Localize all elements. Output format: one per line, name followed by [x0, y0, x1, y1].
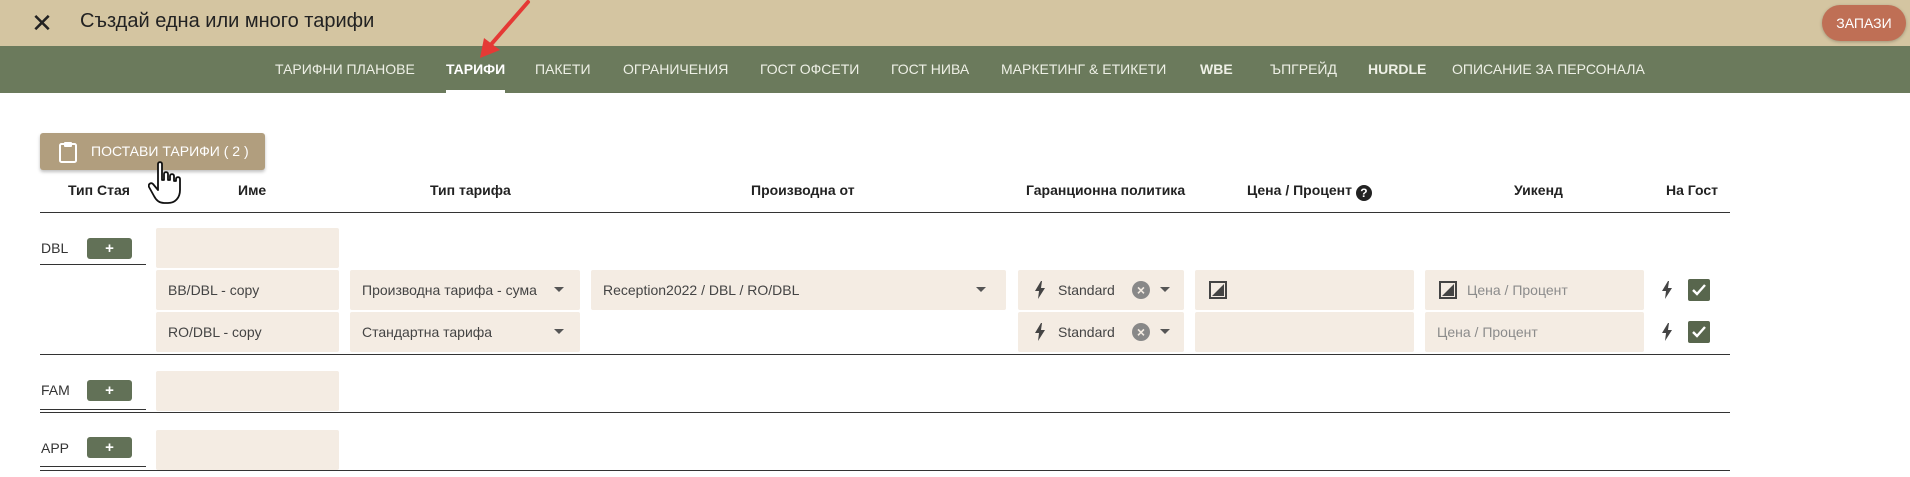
save-button[interactable]: ЗАПАЗИ — [1822, 5, 1906, 41]
header-room-type: Тип Стая — [68, 182, 130, 198]
weekend-price-placeholder: Цена / Процент — [1437, 324, 1538, 340]
add-rate-button[interactable]: + — [87, 238, 132, 259]
room-type-label: APP — [41, 440, 70, 456]
tab-rate-plans[interactable]: ТАРИФНИ ПЛАНОВЕ — [275, 46, 415, 93]
rate-type-value: Производна тарифа - сума — [362, 282, 537, 298]
weekend-price-placeholder: Цена / Процент — [1467, 282, 1568, 298]
tab-hurdle[interactable]: HURDLE — [1368, 46, 1426, 93]
rate-type-select[interactable]: Стандартна тарифа — [350, 312, 580, 352]
tab-wbe[interactable]: WBE — [1200, 46, 1233, 93]
bolt-icon[interactable] — [1661, 281, 1673, 299]
guarantee-policy-select[interactable]: Standard × — [1018, 312, 1184, 352]
chevron-down-icon — [1160, 329, 1170, 334]
page-title: Създай една или много тарифи — [80, 10, 375, 32]
group-divider — [40, 470, 1730, 471]
chevron-down-icon — [976, 287, 986, 292]
header-rate-type: Тип тарифа — [430, 182, 511, 198]
active-tab-indicator — [446, 90, 506, 93]
annotation-arrow — [480, 0, 530, 58]
bolt-icon[interactable] — [1661, 323, 1673, 341]
help-icon[interactable]: ? — [1355, 185, 1372, 201]
per-guest-checkbox[interactable] — [1688, 321, 1710, 343]
bolt-icon — [1035, 323, 1045, 341]
group-divider — [40, 412, 1730, 413]
weekend-price-input[interactable]: Цена / Процент — [1425, 312, 1644, 352]
group-divider — [40, 354, 1730, 355]
room-label-underline — [40, 466, 146, 467]
header-price-percent: Цена / Процент? — [1247, 182, 1372, 201]
header-per-guest: На Гост — [1666, 182, 1719, 198]
clear-icon[interactable]: × — [1132, 323, 1150, 341]
new-name-input[interactable] — [156, 430, 339, 470]
header-guarantee-policy: Гаранционна политика — [1026, 182, 1186, 198]
guarantee-policy-select[interactable]: Standard × — [1018, 270, 1184, 310]
bolt-icon — [1035, 281, 1045, 299]
close-icon[interactable]: ✕ — [28, 9, 56, 37]
new-name-input[interactable] — [156, 228, 339, 268]
derived-from-select[interactable]: Reception2022 / DBL / RO/DBL — [591, 270, 1006, 310]
room-type-label: FAM — [41, 382, 70, 398]
new-name-input[interactable] — [156, 371, 339, 411]
add-rate-button[interactable]: + — [87, 437, 132, 458]
header-divider — [40, 212, 1730, 213]
price-input[interactable] — [1195, 312, 1414, 352]
rate-type-select[interactable]: Производна тарифа - сума — [350, 270, 580, 310]
nav-bar: ТАРИФНИ ПЛАНОВЕ ТАРИФИ ПАКЕТИ ОГРАНИЧЕНИ… — [0, 46, 1910, 93]
price-type-icon — [1209, 281, 1227, 299]
tab-upgrade[interactable]: ЪПГРЕЙД — [1270, 46, 1337, 93]
chevron-down-icon — [554, 287, 564, 292]
header-name: Име — [238, 182, 267, 198]
clear-icon[interactable]: × — [1132, 281, 1150, 299]
header-derived-from: Производна от — [751, 182, 855, 198]
chevron-down-icon — [554, 329, 564, 334]
derived-from-value: Reception2022 / DBL / RO/DBL — [603, 282, 800, 298]
guarantee-policy-value: Standard — [1058, 282, 1115, 298]
tab-guest-levels[interactable]: ГОСТ НИВА — [891, 46, 969, 93]
chevron-down-icon — [1160, 287, 1170, 292]
top-bar: ✕ Създай една или много тарифи ЗАПАЗИ — [0, 0, 1910, 46]
add-rate-button[interactable]: + — [87, 380, 132, 401]
rate-name-input[interactable]: BB/DBL - copy — [156, 270, 339, 310]
tab-rates-label: ТАРИФИ — [446, 61, 506, 77]
room-type-label: DBL — [41, 240, 69, 256]
hand-cursor-icon — [148, 161, 181, 204]
rate-name-value: RO/DBL - copy — [168, 324, 262, 340]
clipboard-icon — [59, 142, 77, 163]
tab-staff-description[interactable]: ОПИСАНИЕ ЗА ПЕРСОНАЛА — [1452, 46, 1645, 93]
price-type-icon — [1439, 281, 1457, 299]
tab-restrictions[interactable]: ОГРАНИЧЕНИЯ — [623, 46, 728, 93]
room-label-underline — [40, 264, 146, 265]
room-label-underline — [40, 409, 146, 410]
rate-type-value: Стандартна тарифа — [362, 324, 493, 340]
header-price-label: Цена / Процент — [1247, 182, 1352, 198]
tab-guest-offsets[interactable]: ГОСТ ОФСЕТИ — [760, 46, 859, 93]
weekend-price-input[interactable]: Цена / Процент — [1425, 270, 1644, 310]
tab-packages[interactable]: ПАКЕТИ — [535, 46, 591, 93]
guarantee-policy-value: Standard — [1058, 324, 1115, 340]
tab-marketing-labels[interactable]: МАРКЕТИНГ & ЕТИКЕТИ — [1001, 46, 1166, 93]
header-weekend: Уикенд — [1514, 182, 1563, 198]
rate-name-value: BB/DBL - copy — [168, 282, 260, 298]
rate-name-input[interactable]: RO/DBL - copy — [156, 312, 339, 352]
price-input[interactable] — [1195, 270, 1414, 310]
per-guest-checkbox[interactable] — [1688, 279, 1710, 301]
